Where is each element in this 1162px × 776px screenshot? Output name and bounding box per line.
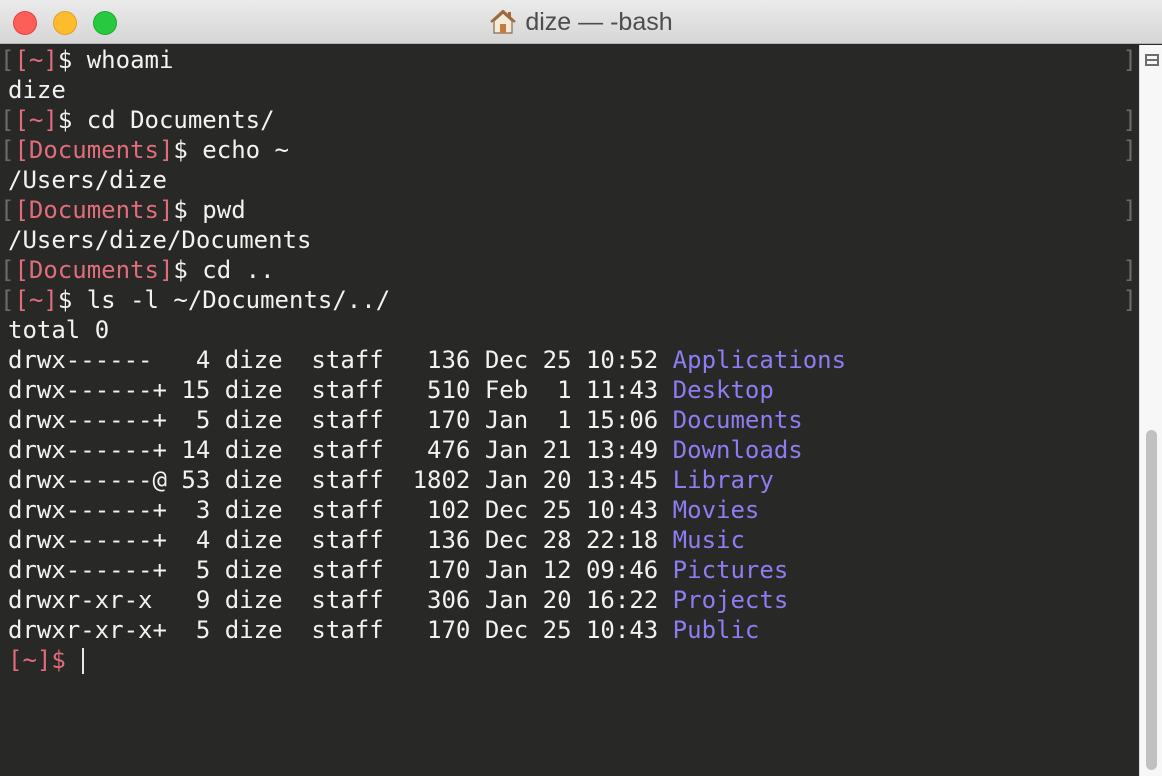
mark-bracket-left: [ [0,196,15,224]
prompt-dollar: $ [173,136,188,164]
prompt-dollar: $ [57,286,73,314]
prompt: [~] [14,106,58,134]
command-line: [[Documents]$ echo ~] [0,135,1139,165]
command-text: ls -l ~/Documents/../ [72,286,391,314]
directory-name: Music [672,526,745,554]
listing-row: drwx------+ 3 dize staff 102 Dec 25 10:4… [0,495,1139,525]
mark-bracket-right: ] [1122,46,1137,74]
mark-bracket-right: ] [1122,106,1137,134]
output-line: total 0 [8,316,110,344]
terminal-window: dize — -bash [[~]$ whoami] dize [[~]$ cd… [0,0,1162,776]
command-text: whoami [72,46,174,74]
prompt: [Documents] [14,196,174,224]
listing-meta: drwx------+ 5 dize staff 170 Jan 12 09:4… [8,556,673,584]
scrollbar-thumb[interactable] [1146,430,1157,770]
listing-row: drwx------+ 4 dize staff 136 Dec 28 22:1… [0,525,1139,555]
listing-row: drwx------+ 5 dize staff 170 Jan 1 15:06… [0,405,1139,435]
prompt: [Documents] [14,256,174,284]
output-line: /Users/dize/Documents [8,226,312,254]
prompt: [~] [14,286,58,314]
listing-meta: drwx------+ 15 dize staff 510 Feb 1 11:4… [8,376,673,404]
mark-bracket-left: [ [0,106,15,134]
mark-bracket-left: [ [0,136,15,164]
prompt-dollar: $ [173,196,188,224]
directory-name: Documents [672,406,803,434]
listing-row: drwxr-xr-x 9 dize staff 306 Jan 20 16:22… [0,585,1139,615]
output-line: /Users/dize [8,166,167,194]
listing-meta: drwx------ 4 dize staff 136 Dec 25 10:52 [8,346,673,374]
directory-name: Desktop [672,376,774,404]
active-prompt-line[interactable]: [~]$ [0,645,1139,675]
mark-bracket-left: [ [0,46,15,74]
listing-row: drwx------ 4 dize staff 136 Dec 25 10:52… [0,345,1139,375]
mark-bracket-right: ] [1122,196,1137,224]
listing-row: drwx------+ 14 dize staff 476 Jan 21 13:… [0,435,1139,465]
mark-bracket-right: ] [1122,136,1137,164]
command-text: pwd [187,196,246,224]
text-cursor [82,648,85,674]
directory-name: Movies [672,496,760,524]
listing-meta: drwx------+ 3 dize staff 102 Dec 25 10:4… [8,496,673,524]
listing-meta: drwxr-xr-x 9 dize staff 306 Jan 20 16:22 [8,586,673,614]
command-line: [[Documents]$ pwd] [0,195,1139,225]
command-line: [[~]$ whoami] [0,45,1139,75]
window-title: dize — -bash [525,7,673,36]
listing-meta: drwx------+ 14 dize staff 476 Jan 21 13:… [8,436,673,464]
prompt: [Documents] [14,136,174,164]
prompt-dollar: $ [57,106,73,134]
prompt: [~]$ [8,646,66,674]
prompt-dollar: $ [173,256,188,284]
prompt-dollar: $ [57,46,73,74]
home-icon [490,9,517,34]
command-text: cd .. [187,256,275,284]
mark-bracket-left: [ [0,256,15,284]
directory-name: Public [672,616,760,644]
command-line: [[~]$ cd Documents/] [0,105,1139,135]
listing-meta: drwxr-xr-x+ 5 dize staff 170 Dec 25 10:4… [8,616,673,644]
mark-bracket-left: [ [0,286,15,314]
command-text: echo ~ [187,136,290,164]
directory-name: Library [672,466,774,494]
listing-row: drwx------+ 15 dize staff 510 Feb 1 11:4… [0,375,1139,405]
mark-bracket-right: ] [1122,256,1137,284]
directory-name: Applications [672,346,847,374]
listing-meta: drwx------+ 5 dize staff 170 Jan 1 15:06 [8,406,673,434]
prompt: [~] [14,46,58,74]
output-line: dize [8,76,66,104]
directory-name: Downloads [672,436,803,464]
listing-row: drwxr-xr-x+ 5 dize staff 170 Dec 25 10:4… [0,615,1139,645]
listing-meta: drwx------@ 53 dize staff 1802 Jan 20 13… [8,466,673,494]
directory-name: Pictures [672,556,789,584]
mark-bracket-right: ] [1122,286,1137,314]
listing-meta: drwx------+ 4 dize staff 136 Dec 28 22:1… [8,526,673,554]
listing-row: drwx------@ 53 dize staff 1802 Jan 20 13… [0,465,1139,495]
directory-name: Projects [672,586,789,614]
split-pane-icon[interactable] [1145,54,1159,66]
vertical-scrollbar[interactable] [1139,45,1162,776]
window-title-group: dize — -bash [0,0,1162,44]
title-bar[interactable]: dize — -bash [0,0,1162,44]
terminal-output[interactable]: [[~]$ whoami] dize [[~]$ cd Documents/] … [0,45,1139,776]
listing-row: drwx------+ 5 dize staff 170 Jan 12 09:4… [0,555,1139,585]
command-line: [[~]$ ls -l ~/Documents/../] [0,285,1139,315]
command-text: cd Documents/ [72,106,275,134]
command-line: [[Documents]$ cd ..] [0,255,1139,285]
